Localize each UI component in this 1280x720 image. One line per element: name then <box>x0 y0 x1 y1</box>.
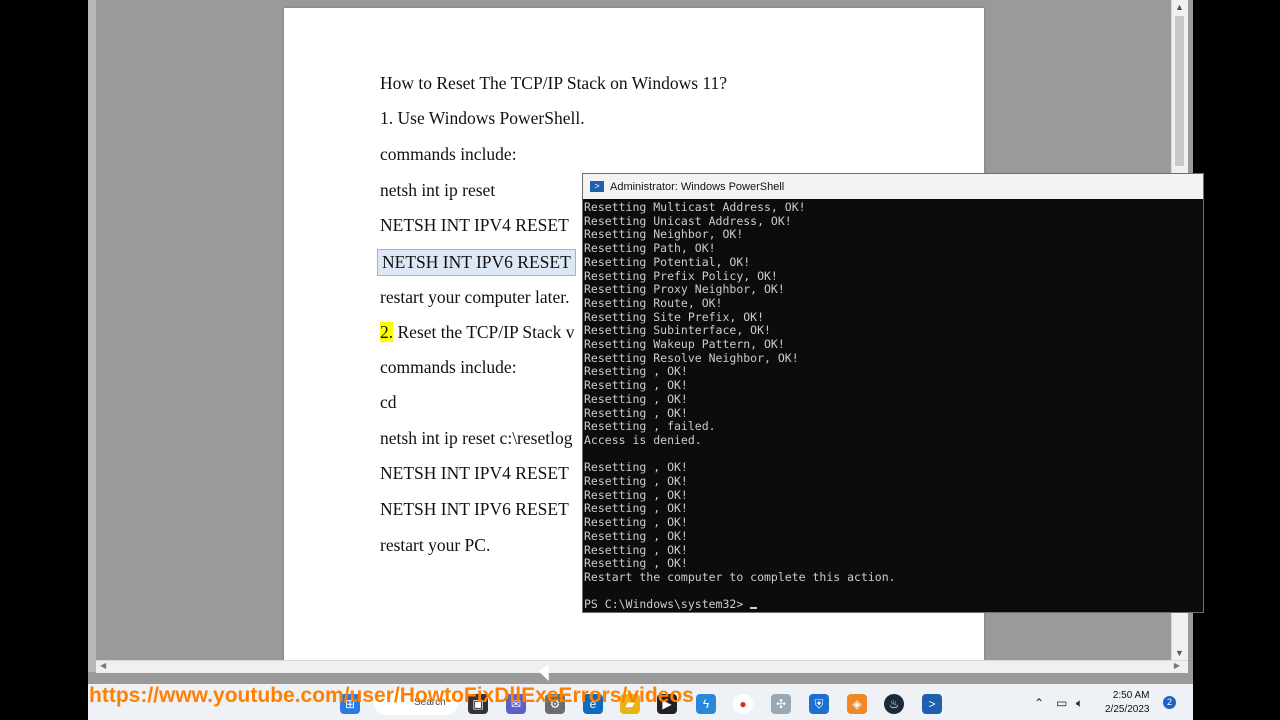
orange-app-icon[interactable]: ◈ <box>847 694 867 714</box>
security-shield-icon[interactable]: ⛨ <box>809 694 829 714</box>
scroll-right-arrow-icon[interactable]: ▶ <box>1174 661 1180 670</box>
window-left-border <box>88 0 96 672</box>
console-output: Resetting Multicast Address, OK! Resetti… <box>584 200 896 584</box>
doc-line-ipv4-reset-2: NETSH INT IPV4 RESET <box>380 463 569 483</box>
highlighted-number: 2. <box>380 322 394 342</box>
console-prompt: PS C:\Windows\system32> <box>584 597 751 612</box>
chrome-browser-icon[interactable]: ● <box>733 694 753 714</box>
doc-line-cd: cd <box>380 392 397 412</box>
doc-line-ipv4-reset: NETSH INT IPV4 RESET <box>380 215 569 235</box>
powershell-window[interactable]: > Administrator: Windows PowerShell Rese… <box>582 173 1204 613</box>
volume-icon[interactable]: 🔈︎ <box>1076 696 1083 711</box>
scroll-up-arrow-icon[interactable]: ▲ <box>1175 2 1184 12</box>
doc-line-restart-pc: restart your PC. <box>380 535 491 555</box>
doc-line-ipv6-reset-selected[interactable]: NETSH INT IPV6 RESET <box>377 249 576 276</box>
doc-line-step2-text: Reset the TCP/IP Stack v <box>393 322 575 342</box>
powershell-taskbar-icon[interactable]: > <box>922 694 942 714</box>
doc-line-step2: 2. Reset the TCP/IP Stack v <box>380 322 574 343</box>
app-lightning-icon[interactable]: ϟ <box>696 694 716 714</box>
steam-icon[interactable]: ♨ <box>884 694 904 714</box>
video-url-overlay: https://www.youtube.com/user/HowtoFixDll… <box>89 684 694 707</box>
doc-line-step1: 1. Use Windows PowerShell. <box>380 108 585 128</box>
clock-time: 2:50 AM <box>1112 690 1150 701</box>
tray-chevron-up-icon[interactable]: ⌃ <box>1034 696 1044 710</box>
doc-line-restart-later: restart your computer later. <box>380 287 570 307</box>
doc-line-commands-2: commands include: <box>380 357 517 377</box>
powershell-title: Administrator: Windows PowerShell <box>610 180 785 193</box>
doc-heading: How to Reset The TCP/IP Stack on Windows… <box>380 73 728 93</box>
powershell-console[interactable]: Resetting Multicast Address, OK! Resetti… <box>583 199 1203 612</box>
notification-badge[interactable]: 2 <box>1163 696 1176 709</box>
powershell-titlebar[interactable]: > Administrator: Windows PowerShell <box>583 174 1203 199</box>
horizontal-scrollbar[interactable]: ◀ ▶ <box>96 660 1188 673</box>
doc-line-netsh-reset: netsh int ip reset <box>380 180 496 200</box>
scroll-thumb[interactable] <box>1175 16 1184 166</box>
taskbar-clock[interactable]: 2:50 AM 2/25/2023 <box>1105 689 1150 717</box>
doc-line-commands-1: commands include: <box>380 144 517 164</box>
network-app-icon[interactable]: ✣ <box>771 694 791 714</box>
console-cursor <box>750 607 758 610</box>
clock-date: 2/25/2023 <box>1105 704 1150 715</box>
scroll-left-arrow-icon[interactable]: ◀ <box>100 661 106 670</box>
doc-line-netsh-reset-log: netsh int ip reset c:\resetlog <box>380 428 573 448</box>
scroll-down-arrow-icon[interactable]: ▼ <box>1175 648 1184 658</box>
network-status-icon[interactable]: ▭ <box>1056 696 1067 710</box>
powershell-icon: > <box>590 181 604 192</box>
doc-line-ipv6-reset-2: NETSH INT IPV6 RESET <box>380 499 569 519</box>
